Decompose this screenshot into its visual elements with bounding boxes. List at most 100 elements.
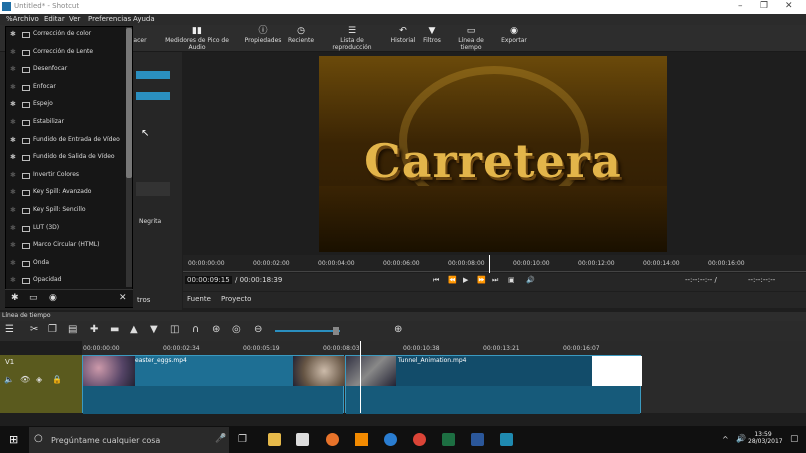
negrita-label[interactable]: Negrita — [139, 218, 161, 225]
timeline-clip[interactable]: easter_eggs.mp4 — [82, 355, 345, 414]
preview-ruler[interactable]: 00:00:00:00 00:00:02:00 00:00:04:00 00:0… — [183, 255, 806, 272]
zoom-icon[interactable]: ▣ — [508, 276, 515, 284]
filter-item[interactable]: ✱ Key Spill: Sencillo — [6, 203, 134, 220]
timeline-ruler[interactable]: 00:00:00:00 00:00:02:34 00:00:05:19 00:0… — [82, 341, 806, 355]
filter-item[interactable]: ✱ Estabilizar — [6, 115, 134, 132]
audio-filter-icon[interactable]: ◉ — [49, 293, 57, 303]
file-explorer-icon[interactable] — [268, 433, 281, 446]
filter-item[interactable]: ✱ Corrección de color — [6, 27, 134, 44]
edge-icon[interactable] — [384, 433, 397, 446]
favorites-filter-icon[interactable]: ✱ — [11, 293, 19, 303]
overwrite-icon[interactable]: ▼ — [150, 324, 158, 335]
rewind-icon[interactable]: ⏪ — [448, 276, 457, 284]
split-icon[interactable]: ◫ — [170, 324, 179, 335]
firefox-icon[interactable] — [326, 433, 339, 446]
filter-item[interactable]: ✱ Opacidad — [6, 273, 134, 290]
scrub-icon[interactable]: ◎ — [232, 324, 241, 335]
filter-item[interactable]: ✱ Fundido de Salida de Vídeo — [6, 150, 134, 167]
zoom-out-icon[interactable]: ⊖ — [254, 324, 262, 335]
snap-icon[interactable]: ∩ — [192, 324, 199, 335]
filter-item[interactable]: ✱ Corrección de Lente — [6, 45, 134, 62]
playlist-button[interactable]: ☰ Lista de reproducción — [320, 25, 384, 52]
export-button[interactable]: ◉ Exportar — [500, 25, 528, 52]
close-filter-menu-icon[interactable]: ✕ — [119, 293, 127, 303]
zoom-in-icon[interactable]: ⊕ — [394, 324, 402, 335]
menu-icon[interactable]: ☰ — [5, 324, 14, 335]
append-icon[interactable]: ✚ — [90, 324, 98, 335]
favorite-star-icon[interactable]: ✱ — [10, 153, 16, 161]
favorite-star-icon[interactable]: ✱ — [10, 65, 16, 73]
remove-icon[interactable]: ▬ — [110, 324, 119, 335]
favorite-star-icon[interactable]: ✱ — [10, 259, 16, 267]
filter-item[interactable]: ✱ Enfocar — [6, 80, 134, 97]
tab-filtros-partial[interactable]: tros — [137, 296, 150, 304]
favorite-star-icon[interactable]: ✱ — [10, 188, 16, 196]
favorite-star-icon[interactable]: ✱ — [10, 241, 16, 249]
close-button[interactable]: ✕ — [785, 1, 793, 11]
chrome-icon[interactable] — [413, 433, 426, 446]
filter-item[interactable]: ✱ Espejo — [6, 97, 134, 114]
microphone-icon[interactable]: 🎤 — [215, 434, 226, 444]
word-icon[interactable] — [471, 433, 484, 446]
maximize-button[interactable]: ❐ — [760, 1, 768, 11]
filter-item[interactable]: ✱ Fundido de Entrada de Vídeo — [6, 133, 134, 150]
copy-icon[interactable]: ❐ — [48, 324, 57, 335]
minimize-button[interactable]: – — [738, 1, 743, 11]
filters-button[interactable]: ▼ Filtros — [421, 25, 443, 52]
chevron-up-icon[interactable]: ^ — [722, 435, 729, 444]
timeline-button[interactable]: ▭ Línea de tiempo — [447, 25, 495, 52]
menu-archivo[interactable]: %Archivo — [6, 15, 39, 23]
excel-icon[interactable] — [442, 433, 455, 446]
fast-forward-icon[interactable]: ⏩ — [477, 276, 486, 284]
favorite-star-icon[interactable]: ✱ — [10, 136, 16, 144]
filter-scrollbar-thumb[interactable] — [126, 28, 132, 178]
filter-item[interactable]: ✱ Desenfocar — [6, 62, 134, 79]
tab-proyecto[interactable]: Proyecto — [221, 295, 251, 303]
menu-ver[interactable]: Ver — [69, 15, 80, 23]
lock-icon[interactable]: 🔒 — [52, 375, 62, 384]
windows-start-icon[interactable]: ⊞ — [9, 433, 18, 446]
current-timecode[interactable]: 00:00:09:15 — [185, 276, 232, 284]
properties-button[interactable]: ⓘ Propiedades — [244, 25, 282, 52]
favorite-star-icon[interactable]: ✱ — [10, 83, 16, 91]
shotcut-taskbar-icon[interactable] — [500, 433, 513, 446]
favorite-star-icon[interactable]: ✱ — [10, 276, 16, 284]
history-button[interactable]: ↶ Historial — [390, 25, 416, 52]
store-icon[interactable] — [296, 433, 309, 446]
filter-item[interactable]: ✱ Onda — [6, 256, 134, 273]
zoom-slider[interactable] — [275, 330, 340, 332]
notifications-icon[interactable]: ▢ — [790, 434, 799, 444]
zoom-slider-handle[interactable] — [333, 327, 339, 335]
timeline-playhead[interactable] — [360, 341, 361, 413]
skip-end-icon[interactable]: ⏭ — [492, 276, 498, 285]
favorite-star-icon[interactable]: ✱ — [10, 48, 16, 56]
filter-item[interactable]: ✱ Invertir Colores — [6, 168, 134, 185]
play-icon[interactable]: ▶ — [463, 276, 468, 284]
filter-item[interactable]: ✱ Key Spill: Avanzado — [6, 185, 134, 202]
favorite-star-icon[interactable]: ✱ — [10, 30, 16, 38]
favorite-star-icon[interactable]: ✱ — [10, 206, 16, 214]
video-filter-icon[interactable]: ▭ — [29, 293, 38, 303]
favorite-star-icon[interactable]: ✱ — [10, 224, 16, 232]
mute-icon[interactable]: 🔈 — [4, 375, 14, 384]
favorite-star-icon[interactable]: ✱ — [10, 118, 16, 126]
task-view-icon[interactable]: ❐ — [238, 434, 247, 445]
timeline-clip[interactable]: Tunnel_Animation.mp4 — [345, 355, 642, 414]
filter-item[interactable]: ✱ LUT (3D) — [6, 221, 134, 238]
vlc-icon[interactable] — [355, 433, 368, 446]
paste-icon[interactable]: ▤ — [68, 324, 77, 335]
menu-preferencias[interactable]: Preferencias — [88, 15, 131, 23]
tab-fuente[interactable]: Fuente — [187, 295, 211, 303]
menu-editar[interactable]: Editar — [44, 15, 65, 23]
cut-icon[interactable]: ✂ — [30, 324, 38, 335]
preview-playhead[interactable] — [489, 255, 490, 273]
ripple-icon[interactable]: ⊛ — [212, 324, 220, 335]
recent-button[interactable]: ◷ Reciente — [287, 25, 315, 52]
lift-icon[interactable]: ▲ — [130, 324, 138, 335]
speaker-icon[interactable]: 🔊 — [736, 434, 746, 443]
eye-icon[interactable]: 👁 — [20, 375, 30, 384]
favorite-star-icon[interactable]: ✱ — [10, 100, 16, 108]
audio-meter-button[interactable]: ▮▮ Medidores de Pico de Audio — [157, 25, 237, 52]
filter-item[interactable]: ✱ Marco Circular (HTML) — [6, 238, 134, 255]
composite-icon[interactable]: ◈ — [36, 375, 42, 384]
